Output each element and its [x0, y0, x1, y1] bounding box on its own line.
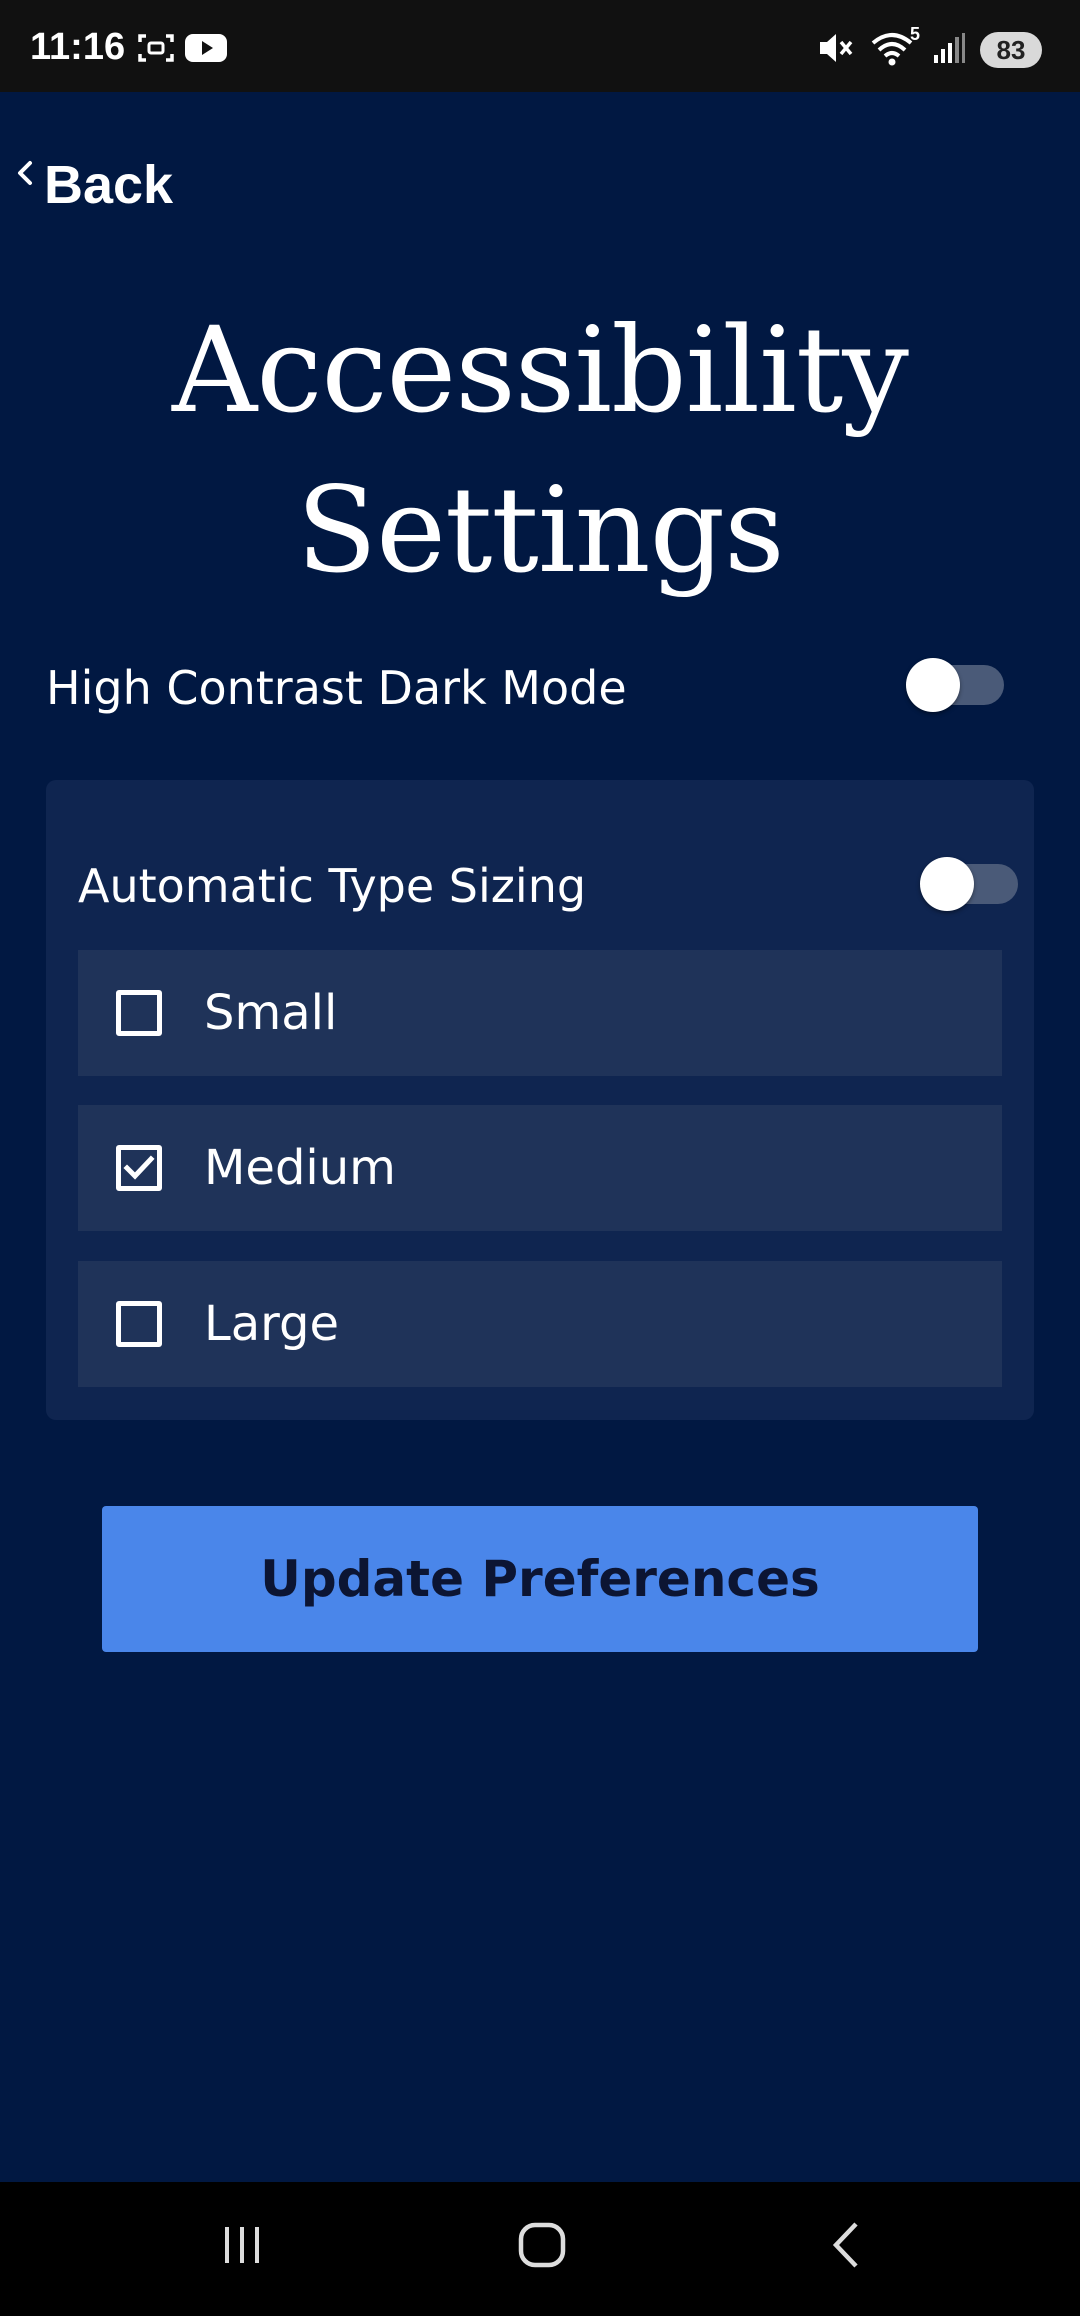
size-option-small[interactable]: Small [78, 950, 1002, 1076]
checkbox-medium[interactable] [116, 1145, 162, 1191]
screenshot-icon [136, 30, 176, 70]
status-bar: 11:16 5 83 [0, 0, 1080, 92]
chevron-left-icon [14, 161, 36, 195]
mute-icon [816, 30, 856, 70]
size-option-medium[interactable]: Medium [78, 1105, 1002, 1231]
youtube-icon [184, 32, 228, 68]
type-sizing-panel: Automatic Type Sizing Small Medium Large [46, 780, 1034, 1420]
recents-icon [217, 2223, 267, 2271]
signal-icon [932, 31, 966, 69]
update-preferences-button[interactable]: Update Preferences [102, 1506, 978, 1652]
back-label: Back [44, 155, 174, 215]
high-contrast-toggle[interactable] [906, 658, 1004, 712]
page-title-line1: Accessibility [172, 301, 909, 439]
status-left-icons [136, 30, 228, 70]
high-contrast-row: High Contrast Dark Mode [46, 652, 1006, 722]
size-option-label: Small [204, 985, 338, 1041]
high-contrast-label: High Contrast Dark Mode [46, 661, 627, 715]
recents-button[interactable] [202, 2212, 282, 2282]
wifi-badge: 5 [909, 24, 920, 44]
size-option-label: Medium [204, 1140, 396, 1196]
home-icon [517, 2220, 567, 2274]
checkmark-icon [123, 1154, 155, 1182]
status-time: 11:16 [30, 26, 126, 68]
size-option-label: Large [204, 1296, 340, 1352]
home-button[interactable] [502, 2212, 582, 2282]
toggle-knob [906, 658, 960, 712]
status-right-icons: 5 83 [816, 24, 1042, 70]
wifi-icon: 5 [870, 24, 920, 70]
size-option-large[interactable]: Large [78, 1261, 1002, 1387]
back-button[interactable]: Back [14, 155, 173, 215]
checkbox-large[interactable] [116, 1301, 162, 1347]
battery-indicator: 83 [980, 32, 1042, 68]
type-sizing-toggle[interactable] [920, 857, 1018, 911]
type-sizing-row: Automatic Type Sizing [78, 850, 1018, 920]
type-sizing-label: Automatic Type Sizing [78, 859, 587, 913]
system-nav-bar [0, 2182, 1080, 2316]
checkbox-small[interactable] [116, 990, 162, 1036]
toggle-knob [920, 857, 974, 911]
back-icon [826, 2220, 866, 2274]
page-title: Accessibility Settings [0, 290, 1080, 610]
page-title-line2: Settings [296, 461, 784, 599]
system-back-button[interactable] [806, 2212, 886, 2282]
